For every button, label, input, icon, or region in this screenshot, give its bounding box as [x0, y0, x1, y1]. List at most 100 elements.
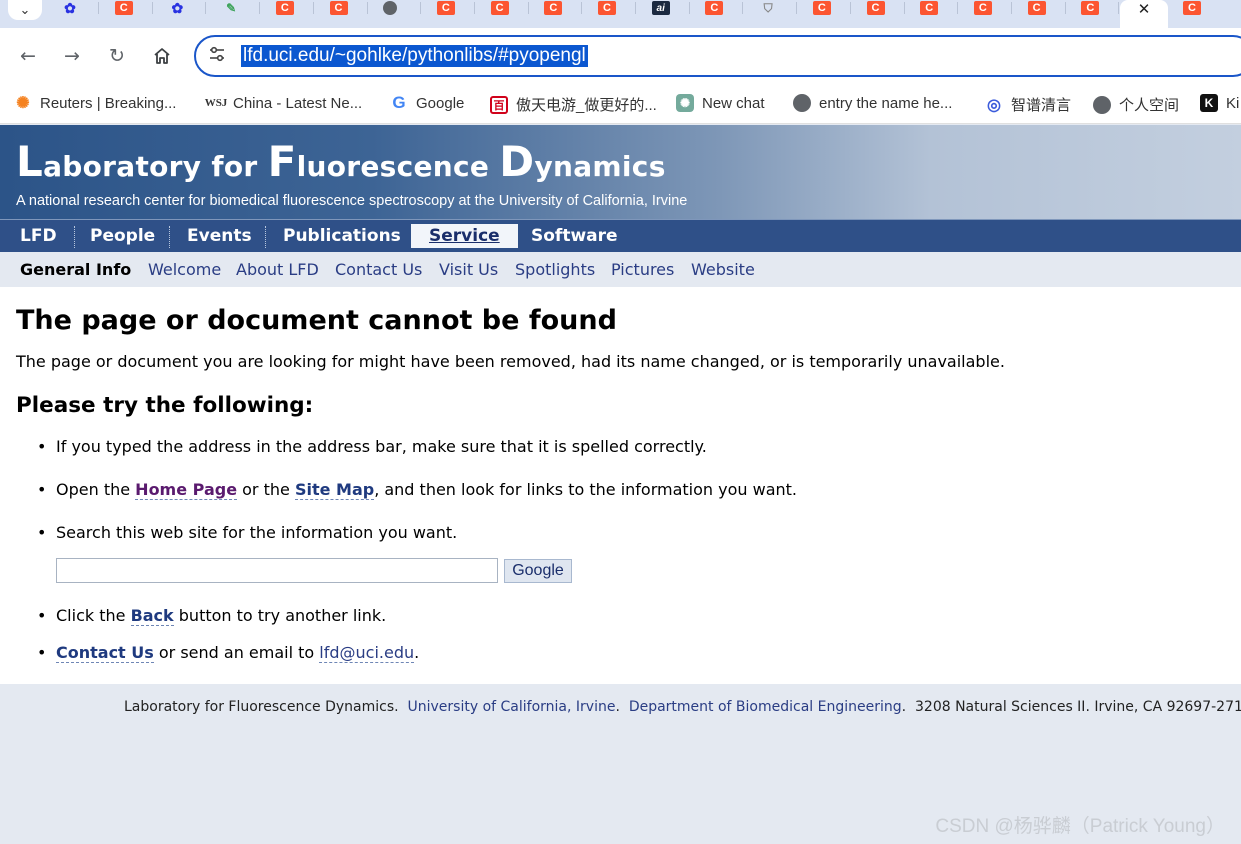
browser-tab[interactable]: C [315, 0, 368, 16]
csdn-icon: C [920, 1, 939, 15]
wsj-icon: WSJ [204, 97, 228, 109]
csdn-icon: C [866, 1, 885, 15]
browser-tab[interactable]: C [852, 0, 905, 16]
csdn-icon: C [275, 1, 294, 15]
nav-divider [169, 226, 170, 248]
site-settings-icon[interactable] [208, 46, 226, 66]
browser-tab[interactable]: C [422, 0, 475, 16]
browser-tab[interactable]: C [1066, 0, 1120, 16]
list-item: If you typed the address in the address … [37, 437, 707, 456]
csdn-icon: C [973, 1, 992, 15]
csdn-icon: C [812, 1, 831, 15]
reuters-icon: ✺ [16, 95, 30, 112]
subnav-visit-us[interactable]: Visit Us [439, 260, 498, 279]
csdn-icon: C [705, 1, 724, 15]
browser-tab[interactable]: ✿ [153, 0, 207, 16]
page-footer: Laboratory for Fluorescence Dynamics. Un… [0, 684, 1241, 844]
browser-tab[interactable]: C [1168, 0, 1221, 16]
browser-tab[interactable]: C [261, 0, 314, 16]
shield-icon: ⛉ [763, 0, 773, 15]
site-search-input[interactable] [56, 558, 498, 583]
browser-tab[interactable]: C [798, 0, 851, 16]
nav-people[interactable]: People [90, 220, 155, 252]
baidu-paw-icon: ✿ [64, 0, 76, 16]
error-description: The page or document you are looking for… [16, 352, 1005, 371]
site-banner: Laboratory for Fluorescence Dynamics A n… [0, 125, 1241, 219]
bookmarks-bar: ✺ Reuters | Breaking... WSJ China - Late… [0, 84, 1241, 124]
browser-tab[interactable]: C [905, 0, 959, 16]
nav-events[interactable]: Events [187, 220, 252, 252]
tab-search-chevron-icon[interactable]: ⌄ [8, 0, 42, 20]
subnav-general-info: General Info [20, 260, 132, 279]
bookmark-personal-space[interactable]: 个人空间 [1093, 94, 1179, 115]
footer-uci-link[interactable]: University of California, Irvine [408, 699, 616, 715]
back-link[interactable]: Back [130, 606, 174, 626]
tab-strip: ⌄ ✿ C ✿ ✎ C C C C C Cai C ⛉ C C C C C C ✕ C [0, 0, 1241, 28]
pen-icon: ✎ [226, 1, 237, 15]
browser-tab[interactable]: C [1013, 0, 1066, 16]
contact-us-link[interactable]: Contact Us [56, 643, 154, 663]
browser-tab[interactable]: C [476, 0, 529, 16]
main-content: The page or document cannot be found The… [0, 287, 1241, 684]
browser-tab[interactable]: C [690, 0, 744, 16]
globe-icon [793, 94, 811, 112]
browser-tab[interactable]: ✿ [46, 0, 99, 16]
csdn-icon: C [1027, 1, 1046, 15]
bookmark-entry-name[interactable]: entry the name he... [793, 94, 952, 112]
nav-software[interactable]: Software [531, 220, 618, 252]
bookmark-aotian[interactable]: 百 傲天电游_做更好的... [490, 94, 657, 115]
address-bar[interactable]: lfd.uci.edu/~gohlke/pythonlibs/#pyopengl [194, 35, 1241, 77]
browser-tab[interactable]: C [100, 0, 153, 16]
nav-lfd[interactable]: LFD [20, 220, 57, 252]
home-page-link[interactable]: Home Page [135, 480, 238, 500]
list-item: Open the Home Page or the Site Map, and … [37, 480, 797, 500]
browser-tab[interactable]: ⛉ [744, 0, 798, 16]
subnav-website[interactable]: Website [691, 260, 755, 279]
active-tab[interactable]: ✕ [1120, 0, 1168, 28]
bookmark-kimi[interactable]: K Ki [1200, 94, 1239, 112]
google-search-button[interactable]: Google [504, 559, 572, 583]
url-text[interactable]: lfd.uci.edu/~gohlke/pythonlibs/#pyopengl [241, 45, 588, 67]
footer-dept-link[interactable]: Department of Biomedical Engineering [629, 699, 902, 715]
back-arrow-icon[interactable]: ← [14, 42, 42, 70]
bookmark-wsj[interactable]: WSJ China - Latest Ne... [204, 94, 363, 112]
ai-logo-icon: ai [651, 1, 670, 15]
google-icon: G [392, 93, 406, 112]
subnav-contact-us[interactable]: Contact Us [335, 260, 422, 279]
reload-icon[interactable]: ↻ [103, 42, 131, 70]
nav-divider [265, 226, 266, 248]
browser-tab[interactable]: ai [637, 0, 690, 16]
email-link[interactable]: lfd@uci.edu [319, 643, 415, 663]
close-tab-icon[interactable]: ✕ [1138, 0, 1151, 18]
globe-icon [383, 1, 398, 15]
site-map-link[interactable]: Site Map [294, 480, 375, 500]
main-nav: LFD People Events Publications Service S… [0, 219, 1241, 252]
subnav-about-lfd[interactable]: About LFD [236, 260, 319, 279]
forward-arrow-icon[interactable]: → [58, 42, 86, 70]
csdn-icon: C [490, 1, 509, 15]
home-icon[interactable] [148, 42, 176, 70]
csdn-icon: C [598, 1, 616, 15]
browser-tab[interactable]: C [959, 0, 1012, 16]
browser-tab[interactable]: ✎ [207, 0, 261, 16]
chatgpt-icon: ✺ [676, 94, 694, 112]
nav-service[interactable]: Service [411, 224, 518, 248]
subnav-spotlights[interactable]: Spotlights [515, 260, 595, 279]
bookmark-zhipu[interactable]: ◎ 智谱清言 [985, 94, 1071, 115]
bookmark-reuters[interactable]: ✺ Reuters | Breaking... [14, 94, 176, 113]
browser-tab[interactable] [368, 0, 422, 16]
browser-tab[interactable]: C [529, 0, 583, 16]
bookmark-google[interactable]: G Google [390, 93, 464, 112]
csdn-icon: C [544, 1, 563, 15]
subnav-welcome[interactable]: Welcome [148, 260, 221, 279]
list-item: Search this web site for the information… [37, 523, 457, 542]
subnav-pictures[interactable]: Pictures [611, 260, 674, 279]
csdn-icon: C [1081, 1, 1100, 15]
kimi-icon: K [1200, 94, 1218, 112]
browser-tab[interactable]: C [583, 0, 636, 16]
nav-publications[interactable]: Publications [283, 220, 401, 252]
site-title[interactable]: Laboratory for Fluorescence Dynamics [16, 137, 666, 186]
bookmark-new-chat[interactable]: ✺ New chat [676, 94, 765, 112]
list-item: Click the Back button to try another lin… [37, 606, 386, 626]
nav-divider [74, 226, 75, 248]
